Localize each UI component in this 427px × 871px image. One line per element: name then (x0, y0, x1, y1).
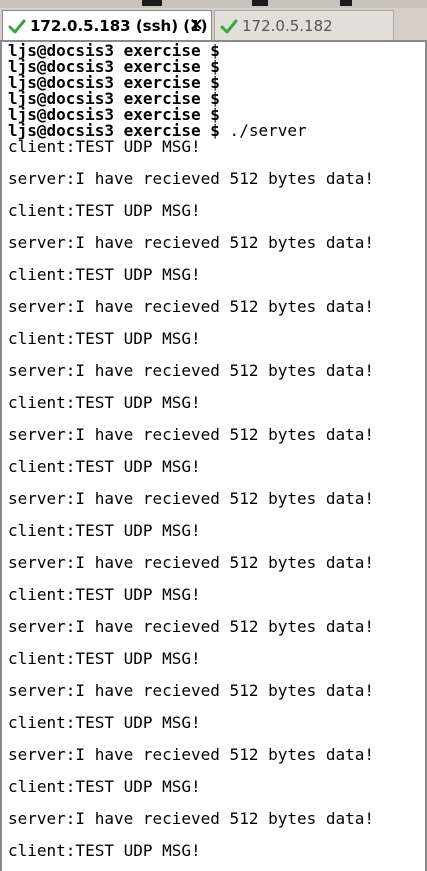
server-message: server:I have recieved 512 bytes data! (8, 297, 375, 316)
terminal-line-client: client:TEST UDP MSG! (8, 394, 201, 412)
server-message: server:I have recieved 512 bytes data! (8, 745, 375, 764)
tab-label: 172.0.5.182 (242, 16, 333, 35)
terminal-line-client: client:TEST UDP MSG! (8, 138, 201, 156)
terminal-line-server: server:I have recieved 512 bytes data! (8, 554, 374, 572)
check-icon (220, 19, 238, 33)
check-icon (8, 19, 26, 33)
terminal-line-client: client:TEST UDP MSG! (8, 650, 201, 668)
client-message: client:TEST UDP MSG! (8, 521, 201, 540)
client-message: client:TEST UDP MSG! (8, 329, 201, 348)
terminal-line-server: server:I have recieved 512 bytes data! (8, 170, 374, 188)
terminal-line-client: client:TEST UDP MSG! (8, 714, 201, 732)
client-message: client:TEST UDP MSG! (8, 585, 201, 604)
server-message: server:I have recieved 512 bytes data! (8, 233, 375, 252)
terminal-line-server: server:I have recieved 512 bytes data! (8, 490, 374, 508)
close-icon[interactable]: × (189, 15, 204, 35)
client-message: client:TEST UDP MSG! (8, 713, 201, 732)
terminal-line-server: server:I have recieved 512 bytes data! (8, 298, 374, 316)
terminal-line-server: server:I have recieved 512 bytes data! (8, 810, 374, 828)
terminal-line-client: client:TEST UDP MSG! (8, 266, 201, 284)
client-message: client:TEST UDP MSG! (8, 265, 201, 284)
client-message: client:TEST UDP MSG! (8, 393, 201, 412)
terminal-line-client: client:TEST UDP MSG! (8, 778, 201, 796)
terminal-line-server: server:I have recieved 512 bytes data! (8, 618, 374, 636)
server-message: server:I have recieved 512 bytes data! (8, 617, 375, 636)
terminal-line-server: server:I have recieved 512 bytes data! (8, 234, 374, 252)
server-message: server:I have recieved 512 bytes data! (8, 809, 375, 828)
window-title-strip (0, 0, 427, 8)
server-message: server:I have recieved 512 bytes data! (8, 681, 375, 700)
shell-command: ./server (219, 121, 307, 140)
title-fragment (340, 0, 352, 6)
client-message: client:TEST UDP MSG! (8, 777, 201, 796)
terminal-output[interactable]: ljs@docsis3 exercise $ ljs@docsis3 exerci… (0, 42, 427, 871)
tab-bar: 172.0.5.183 (ssh) (1) × 172.0.5.182 (0, 0, 427, 42)
terminal-line-client: client:TEST UDP MSG! (8, 586, 201, 604)
title-fragment (142, 0, 162, 6)
terminal-line-client: client:TEST UDP MSG! (8, 842, 201, 860)
client-message: client:TEST UDP MSG! (8, 841, 201, 860)
terminal-line-server: server:I have recieved 512 bytes data! (8, 746, 374, 764)
client-message: client:TEST UDP MSG! (8, 649, 201, 668)
terminal-line-client: client:TEST UDP MSG! (8, 522, 201, 540)
tab-label: 172.0.5.183 (ssh) (1) (30, 16, 208, 35)
terminal-line-server: server:I have recieved 512 bytes data! (8, 682, 374, 700)
terminal-line-client: client:TEST UDP MSG! (8, 330, 201, 348)
client-message: client:TEST UDP MSG! (8, 201, 201, 220)
server-message: server:I have recieved 512 bytes data! (8, 361, 375, 380)
server-message: server:I have recieved 512 bytes data! (8, 425, 375, 444)
server-message: server:I have recieved 512 bytes data! (8, 169, 375, 188)
terminal-line-client: client:TEST UDP MSG! (8, 458, 201, 476)
server-message: server:I have recieved 512 bytes data! (8, 553, 375, 572)
client-message: client:TEST UDP MSG! (8, 457, 201, 476)
terminal-line-server: server:I have recieved 512 bytes data! (8, 362, 374, 380)
terminal-line-server: server:I have recieved 512 bytes data! (8, 426, 374, 444)
title-fragment (252, 0, 268, 6)
tab-172-0-5-182[interactable]: 172.0.5.182 (214, 10, 394, 40)
server-message: server:I have recieved 512 bytes data! (8, 489, 375, 508)
terminal-line-client: client:TEST UDP MSG! (8, 202, 201, 220)
client-message: client:TEST UDP MSG! (8, 137, 201, 156)
tab-ssh-172-0-5-183[interactable]: 172.0.5.183 (ssh) (1) × (2, 10, 212, 40)
